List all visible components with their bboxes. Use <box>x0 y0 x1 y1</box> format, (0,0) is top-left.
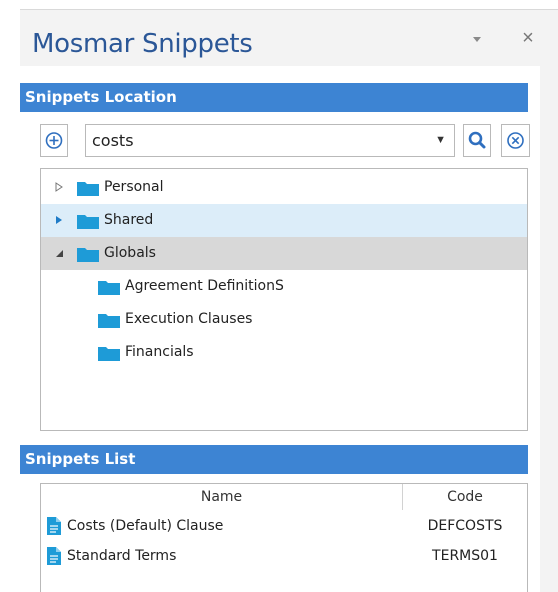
list-row[interactable]: Standard Terms TERMS01 <box>41 541 527 571</box>
folder-icon <box>98 281 120 295</box>
snippet-name: Costs (Default) Clause <box>67 518 224 534</box>
list-row[interactable]: Costs (Default) Clause DEFCOSTS <box>41 511 527 541</box>
clear-search-button[interactable] <box>501 124 530 157</box>
location-tree[interactable]: Personal Shared Globals Agreement Defini… <box>40 168 528 431</box>
add-location-button[interactable] <box>40 124 68 157</box>
expand-arrow-icon[interactable] <box>54 182 64 192</box>
tree-item-label: Agreement DefinitionS <box>125 278 284 294</box>
tree-item-shared[interactable]: Shared <box>41 204 527 237</box>
document-icon <box>47 547 61 565</box>
pane-options-icon[interactable] <box>470 32 484 46</box>
chevron-down-icon[interactable]: ▼ <box>435 125 446 156</box>
expand-arrow-icon[interactable] <box>54 215 64 225</box>
folder-open-icon <box>77 248 99 262</box>
tree-item-agreement-definitions[interactable]: Agreement DefinitionS <box>41 270 527 303</box>
tree-item-label: Personal <box>104 179 164 195</box>
tree-item-label: Financials <box>125 344 194 360</box>
column-header-code[interactable]: Code <box>403 484 527 510</box>
pane-title: Mosmar Snippets <box>32 29 253 59</box>
tree-item-personal[interactable]: Personal <box>41 171 527 204</box>
folder-icon <box>98 347 120 361</box>
tree-item-execution-clauses[interactable]: Execution Clauses <box>41 303 527 336</box>
snippet-code: TERMS01 <box>432 548 498 564</box>
document-icon <box>47 517 61 535</box>
search-button[interactable] <box>463 124 491 157</box>
snippet-name: Standard Terms <box>67 548 177 564</box>
folder-icon <box>77 182 99 196</box>
snippet-code: DEFCOSTS <box>427 518 503 534</box>
tree-item-globals[interactable]: Globals <box>41 237 527 270</box>
tree-item-label: Globals <box>104 245 156 261</box>
tree-item-label: Execution Clauses <box>125 311 253 327</box>
snippets-location-header: Snippets Location <box>20 83 528 112</box>
tree-item-financials[interactable]: Financials <box>41 336 527 369</box>
search-combobox[interactable]: costs ▼ <box>85 124 455 157</box>
column-header-name[interactable]: Name <box>41 484 403 510</box>
snippets-list[interactable]: Name Code Costs (Default) Clause DEFCOST… <box>40 483 528 592</box>
close-circle-icon <box>507 132 524 149</box>
close-icon[interactable]: × <box>520 28 536 48</box>
plus-circle-icon <box>45 132 63 149</box>
snippets-list-header: Snippets List <box>20 445 528 474</box>
collapse-arrow-icon[interactable] <box>54 248 64 258</box>
search-input[interactable]: costs <box>92 125 134 156</box>
folder-icon <box>98 314 120 328</box>
search-icon <box>468 131 486 149</box>
folder-icon <box>77 215 99 229</box>
tree-item-label: Shared <box>104 212 154 228</box>
